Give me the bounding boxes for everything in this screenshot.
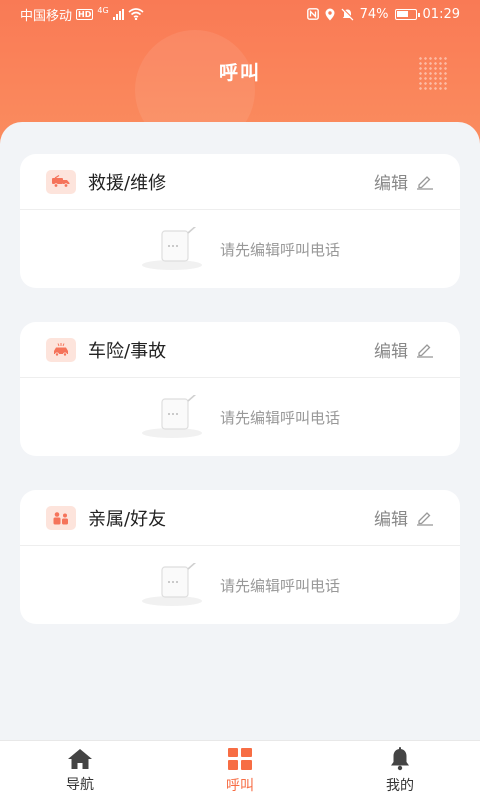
empty-note-icon [141,563,202,606]
bottom-tab-bar: 导航 呼叫 我的 [0,740,480,800]
battery-percent: 74% [359,6,389,22]
home-icon [68,748,92,769]
signal-icon [112,8,124,20]
nfc-icon [306,8,319,20]
edit-label: 编辑 [374,510,408,530]
family-icon [46,505,76,530]
tab-label: 导航 [66,776,94,793]
pencil-icon [417,343,433,358]
status-bar: 中国移动 HD 4G 74% 01:29 [0,0,480,28]
call-card-rescue: 救援/维修 编辑 请先编辑呼叫电话 [20,154,460,288]
grid-icon [228,747,252,770]
wifi-icon [128,8,144,20]
empty-note-icon [141,395,202,438]
clock-time: 01:29 [422,6,460,22]
edit-button[interactable]: 编辑 [374,505,434,530]
tab-label: 呼叫 [226,777,254,794]
pencil-icon [417,175,433,190]
card-title: 救援/维修 [88,172,167,194]
edit-button[interactable]: 编辑 [374,169,434,194]
carrier-name: 中国移动 [20,8,73,24]
tab-label: 我的 [386,777,414,794]
card-header: 亲属/好友 编辑 [20,490,460,546]
empty-text: 请先编辑呼叫电话 [219,576,340,595]
call-card-insurance: 车险/事故 编辑 请先编辑呼叫电话 [20,322,460,456]
bell-icon [391,746,409,770]
edit-label: 编辑 [374,174,408,194]
empty-state: 请先编辑呼叫电话 [20,210,460,288]
empty-note-icon [141,227,202,270]
tow-truck-icon [46,169,76,194]
location-icon [325,8,335,20]
edit-button[interactable]: 编辑 [374,337,434,362]
content-panel: 救援/维修 编辑 请先编辑呼叫电话 车险/事故 编辑 请先编辑呼叫电话 亲属/好… [0,122,480,740]
card-title: 亲属/好友 [88,508,167,530]
tab-mine[interactable]: 我的 [320,741,480,800]
empty-state: 请先编辑呼叫电话 [20,546,460,624]
card-header: 救援/维修 编辑 [20,154,460,210]
hd-badge: HD [76,8,94,20]
tab-navigation[interactable]: 导航 [0,741,160,800]
page-title: 呼叫 [218,62,261,84]
pencil-icon [417,511,433,526]
network-type: 4G [97,5,109,15]
empty-text: 请先编辑呼叫电话 [219,408,340,427]
car-accident-icon [46,337,76,362]
empty-text: 请先编辑呼叫电话 [219,240,340,259]
mute-bell-icon [341,7,354,20]
call-card-family: 亲属/好友 编辑 请先编辑呼叫电话 [20,490,460,624]
card-header: 车险/事故 编辑 [20,322,460,378]
battery-icon [394,8,420,20]
edit-label: 编辑 [374,342,408,362]
card-title: 车险/事故 [88,340,167,362]
empty-state: 请先编辑呼叫电话 [20,378,460,456]
tab-call[interactable]: 呼叫 [160,741,320,800]
